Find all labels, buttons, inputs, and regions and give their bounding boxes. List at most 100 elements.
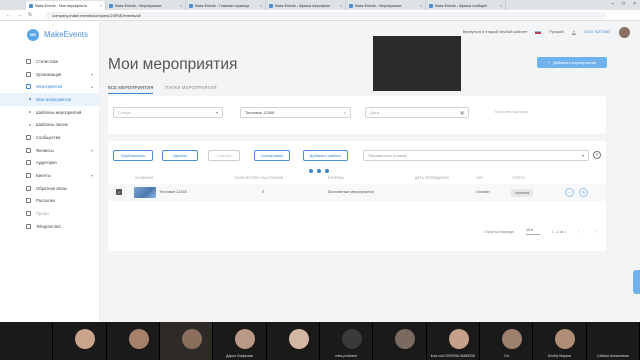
participant-tile[interactable] [0, 322, 54, 360]
prev-page-icon[interactable]: ‹ [578, 230, 579, 234]
add-event-button[interactable]: + Добавить мероприятие [537, 57, 607, 68]
sidebar-item[interactable]: Аудитория [0, 157, 99, 170]
sidebar-item[interactable]: Мои мероприятия [0, 93, 99, 106]
browser-tab[interactable]: Make.Events - Мои мероприяти × [26, 1, 106, 10]
sidebar-item[interactable]: Статистика [0, 55, 99, 68]
close-tab-icon[interactable]: × [420, 3, 422, 8]
participant-tile[interactable]: Yul [479, 322, 534, 360]
window-controls: – □ × [611, 1, 636, 7]
browser-tab[interactable]: Make.Events - Мероприятие × [346, 1, 426, 10]
sidebar-item-label: Статистика [36, 58, 58, 64]
chevron-down-icon: ▾ [215, 110, 218, 115]
url-field[interactable]: company.make.events/company/23PAE/events… [46, 11, 607, 19]
copy-button[interactable]: Скопировать [254, 150, 290, 161]
next-page-icon[interactable]: › [595, 230, 596, 234]
participant-tile[interactable] [159, 322, 214, 360]
header-category[interactable]: РУБРИКА [328, 176, 344, 180]
close-tab-icon[interactable]: × [100, 3, 102, 8]
add-template-button[interactable]: Добавить шаблон [303, 150, 348, 161]
search-field[interactable]: Тестовое 12345 × [240, 107, 351, 118]
delete-button[interactable]: Удалить [162, 150, 198, 161]
favicon-icon [189, 3, 193, 8]
browser-tab[interactable]: Make.Events - Мероприятие × [106, 1, 186, 10]
back-icon[interactable]: ← [6, 12, 11, 18]
status-select[interactable]: Статус ▾ [113, 107, 223, 118]
sidebar-item[interactable]: Финансы ▾ [0, 144, 99, 157]
participant-tile[interactable] [53, 322, 107, 360]
loading-indicator [309, 169, 329, 173]
sidebar-item-label: Telegram Bot [36, 223, 61, 229]
reload-icon[interactable]: ↻ [28, 12, 32, 18]
chevron-icon: ▴ [90, 84, 93, 90]
close-tab-icon[interactable]: × [260, 3, 262, 8]
participant-name: lives.vidi.2299/936-06489936 [430, 354, 475, 358]
browser-tab[interactable]: Make.Events - Афиша сообщен × [426, 1, 506, 10]
date-field[interactable]: Дата ▦ [365, 107, 469, 118]
row-checkbox[interactable]: ✓ [116, 189, 122, 195]
rows-per-page-select[interactable]: 10 ▾ [526, 228, 540, 235]
clear-filters-link[interactable]: Очистить фильтры [495, 110, 528, 114]
forward-icon[interactable]: → [17, 12, 22, 18]
more-icon[interactable]: ⋯ [565, 188, 574, 197]
participant-tile[interactable]: Dmitriy Марков [533, 322, 587, 360]
menu-icon [26, 160, 31, 166]
sidebar-item[interactable]: Билеты ▾ [0, 169, 99, 182]
tab-event-folders[interactable]: ПАПКИ МЕРОПРИЯТИЙ [165, 85, 216, 94]
header-name[interactable]: НАЗВАНИЕ [135, 176, 154, 180]
sidebar-item[interactable]: Промо [0, 207, 99, 220]
participant-tile[interactable] [373, 322, 427, 360]
menu-icon [26, 211, 31, 217]
maximize-icon[interactable]: □ [622, 1, 625, 7]
app-logo[interactable]: ME MakeEvents [0, 21, 99, 43]
cancel-button[interactable]: Отменить [208, 150, 240, 161]
organization-name[interactable]: ООО "ЮПЛАБ" [584, 30, 611, 34]
events-table: Опубликовать Удалить Отменить Скопироват… [108, 141, 606, 251]
close-tab-icon[interactable]: × [500, 3, 502, 8]
bullet-icon [29, 111, 31, 114]
move-to-folder-select[interactable]: Переместить в папку ▾ [363, 150, 589, 161]
add-folder-icon[interactable]: + [593, 151, 601, 159]
edit-icon[interactable]: ✎ [579, 188, 588, 197]
sidebar-item[interactable]: Telegram Bot [0, 220, 99, 233]
sidebar-item[interactable]: Шаблоны писем [0, 118, 99, 131]
participant-tile[interactable]: mtss.proficient [319, 322, 374, 360]
participant-name: Dmitriy Марков [547, 354, 572, 358]
participant-tile[interactable] [106, 322, 160, 360]
minimize-icon[interactable]: – [611, 1, 614, 7]
header-date[interactable]: ДАТА ПРОВЕДЕНИЯ [415, 176, 449, 180]
participant-tile[interactable]: Сабина Алексеевна [586, 322, 640, 360]
language-select[interactable]: Русский [549, 30, 563, 34]
side-widget-handle[interactable] [633, 270, 640, 294]
close-tab-icon[interactable]: × [180, 3, 182, 8]
header-type[interactable]: ТИП [476, 176, 483, 180]
browser-tab[interactable]: Make.Events - Афиша мероприят × [266, 1, 346, 10]
calendar-icon[interactable]: ▦ [460, 110, 464, 115]
clear-icon[interactable]: × [344, 110, 346, 115]
menu-icon [26, 134, 31, 140]
browser-tab[interactable]: Make.Events - Главная страница × [186, 1, 266, 10]
table-row[interactable]: ✓ Тестовое 12345 0 Бесплатные мероприяти… [108, 184, 606, 201]
participant-name: Yul [503, 354, 509, 358]
tab-all-events[interactable]: ВСЕ МЕРОПРИЯТИЯ [108, 85, 154, 94]
participant-tile[interactable]: Дарья Смирнова [213, 322, 267, 360]
sidebar-item-label: Шаблоны писем [36, 122, 68, 128]
sidebar-item[interactable]: Рассылки [0, 195, 99, 208]
sidebar-item[interactable]: Мероприятия ▴ [0, 80, 99, 93]
sidebar-item[interactable]: Обратная связь [0, 182, 99, 195]
participant-tile[interactable] [266, 322, 320, 360]
close-window-icon[interactable]: × [633, 1, 636, 7]
close-tab-icon[interactable]: × [340, 3, 342, 8]
old-cabinet-link[interactable]: Вернуться в старый личный кабинет [463, 30, 528, 34]
sidebar-item[interactable]: Сообщества [0, 131, 99, 144]
sidebar-item[interactable]: Организация ▾ [0, 68, 99, 81]
avatar[interactable] [619, 26, 630, 38]
sidebar-item[interactable]: Шаблоны мероприятий [0, 106, 99, 119]
publish-button[interactable]: Опубликовать [113, 150, 153, 161]
event-name[interactable]: Тестовое 12345 [159, 190, 187, 194]
participant-tile[interactable]: lives.vidi.2299/936-06489936 [426, 322, 480, 360]
header-status[interactable]: СТАТУС [512, 176, 525, 180]
sidebar-item-label: Аудитория [36, 160, 57, 166]
sidebar-item-label: Организация [36, 71, 62, 77]
header-participants[interactable]: КОЛИЧЕСТВО УЧАСТНИКОВ [235, 176, 283, 180]
bell-icon[interactable]: 🔔︎ [571, 30, 576, 35]
